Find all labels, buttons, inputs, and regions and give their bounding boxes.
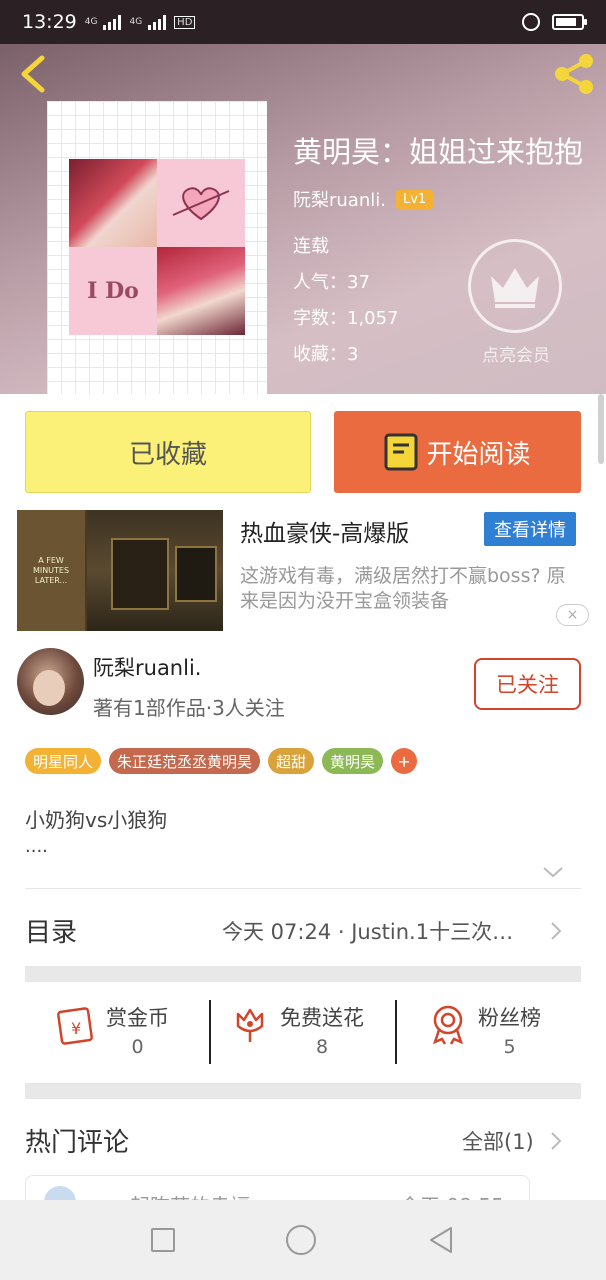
- scrollbar[interactable]: [598, 394, 604, 464]
- hot-comments-label: 热门评论: [25, 1128, 130, 1158]
- book-intro-more: ....: [25, 836, 48, 857]
- cover-text-tile: I Do: [69, 247, 157, 335]
- level-badge: Lv1: [395, 189, 434, 209]
- book-icon: [384, 433, 418, 471]
- recent-apps-icon[interactable]: [150, 1228, 175, 1252]
- reward-coin-icon: ¥: [57, 1007, 93, 1045]
- medal-icon: [432, 1005, 464, 1045]
- chevron-right-icon[interactable]: [549, 920, 563, 942]
- heart-arrow-icon: [172, 187, 230, 221]
- network-type-2: 4G: [129, 17, 143, 27]
- free-flower-button[interactable]: 免费送花 8: [228, 1002, 364, 1066]
- book-header: I Do 黄明昊：姐姐过来抱抱 阮梨ruanli. Lv1 连载 人气：37 字…: [0, 44, 606, 394]
- divider: [25, 888, 581, 889]
- ad-image-panel-left: A FEW MINUTES LATER...: [17, 510, 85, 631]
- battery-icon: [552, 14, 587, 30]
- book-word-count: 字数：1,057: [293, 308, 399, 329]
- toc-label[interactable]: 目录: [25, 912, 77, 949]
- section-separator: [25, 1083, 581, 1099]
- book-detail-content: 已收藏 开始阅读 A FEW MINUTES LATER... 热血豪侠-高爆版…: [0, 394, 606, 1205]
- follow-button[interactable]: 已关注: [474, 658, 581, 710]
- book-intro: 小奶狗vs小狼狗: [25, 808, 168, 832]
- add-tag-button[interactable]: +: [391, 748, 418, 774]
- section-separator: [25, 966, 581, 982]
- cover-text: I Do: [87, 278, 139, 304]
- ad-title[interactable]: 热血豪侠-高爆版: [240, 514, 409, 548]
- status-time: 13:29: [22, 11, 77, 33]
- svg-text:¥: ¥: [71, 1019, 81, 1038]
- chevron-down-icon[interactable]: [540, 864, 566, 880]
- tag-item[interactable]: 黄明昊: [322, 748, 384, 774]
- stat-label: 粉丝榜: [478, 1006, 541, 1030]
- stat-separator: [209, 1000, 211, 1064]
- book-popularity: 人气：37: [293, 272, 370, 293]
- signal-icon-2: [148, 14, 167, 30]
- author-name[interactable]: 阮梨ruanli.: [93, 652, 201, 682]
- book-favorites: 收藏：3: [293, 344, 359, 365]
- vip-membership-button[interactable]: 点亮会员: [468, 239, 564, 366]
- tag-item[interactable]: 超甜: [268, 748, 315, 774]
- network-type-1: 4G: [84, 17, 98, 27]
- flower-icon: [236, 1008, 264, 1042]
- ad-description[interactable]: 这游戏有毒，满级居然打不赢boss? 原来是因为没开宝盒领装备: [240, 564, 570, 614]
- back-arrow-icon[interactable]: [14, 52, 54, 96]
- collected-button[interactable]: 已收藏: [25, 411, 311, 493]
- stat-separator: [395, 1000, 397, 1064]
- tag-list: 明星同人 朱正廷范丞丞黄明昊 超甜 黄明昊 +: [25, 748, 418, 774]
- all-comments-link[interactable]: 全部(1): [462, 1126, 534, 1156]
- crown-icon: [491, 268, 539, 308]
- book-cover[interactable]: I Do: [47, 101, 267, 394]
- ad-image[interactable]: A FEW MINUTES LATER...: [17, 510, 223, 631]
- stat-value: 8: [315, 1036, 329, 1058]
- cover-photo-2: [157, 247, 245, 335]
- signal-icon: [103, 14, 122, 30]
- hd-label: HD: [174, 15, 196, 29]
- home-icon[interactable]: [285, 1225, 316, 1255]
- reward-coin-button[interactable]: ¥ 赏金币 0: [54, 1002, 169, 1066]
- tag-item[interactable]: 明星同人: [25, 748, 102, 774]
- status-bar: 13:29 4G 4G HD: [0, 0, 606, 44]
- ad-image-caption: A FEW MINUTES LATER...: [32, 555, 70, 585]
- navigation-bar: [0, 1200, 606, 1280]
- avatar-face: [33, 670, 65, 706]
- ad-close-button[interactable]: ×: [556, 604, 589, 626]
- vip-label: 点亮会员: [482, 346, 550, 366]
- tag-item[interactable]: 朱正廷范丞丞黄明昊: [109, 748, 261, 774]
- stat-label: 赏金币: [106, 1006, 169, 1030]
- stat-value: 0: [131, 1036, 144, 1058]
- book-title: 黄明昊：姐姐过来抱抱: [293, 135, 584, 169]
- cover-photo-1: [69, 159, 157, 247]
- toc-latest-chapter[interactable]: 今天 07:24 · Justin.1十三次…: [222, 916, 513, 946]
- start-reading-button[interactable]: 开始阅读: [334, 411, 581, 493]
- book-author[interactable]: 阮梨ruanli.: [293, 186, 386, 212]
- share-icon[interactable]: [550, 50, 598, 98]
- ad-image-dialog: [111, 538, 169, 610]
- rotation-lock-icon: [522, 13, 540, 31]
- ad-image-dialog-2: [175, 546, 217, 602]
- start-reading-label: 开始阅读: [426, 439, 531, 470]
- stat-value: 5: [503, 1036, 516, 1058]
- ad-details-button[interactable]: 查看详情: [484, 512, 576, 546]
- author-info: 著有1部作品·3人关注: [93, 696, 285, 720]
- book-status: 连载: [293, 236, 329, 257]
- chevron-right-icon[interactable]: [549, 1130, 563, 1152]
- back-icon[interactable]: [427, 1225, 455, 1255]
- fan-ranking-button[interactable]: 粉丝榜 5: [426, 1002, 541, 1066]
- stat-label: 免费送花: [280, 1006, 364, 1030]
- cover-heart-tile: [157, 159, 245, 247]
- author-avatar[interactable]: [17, 648, 84, 715]
